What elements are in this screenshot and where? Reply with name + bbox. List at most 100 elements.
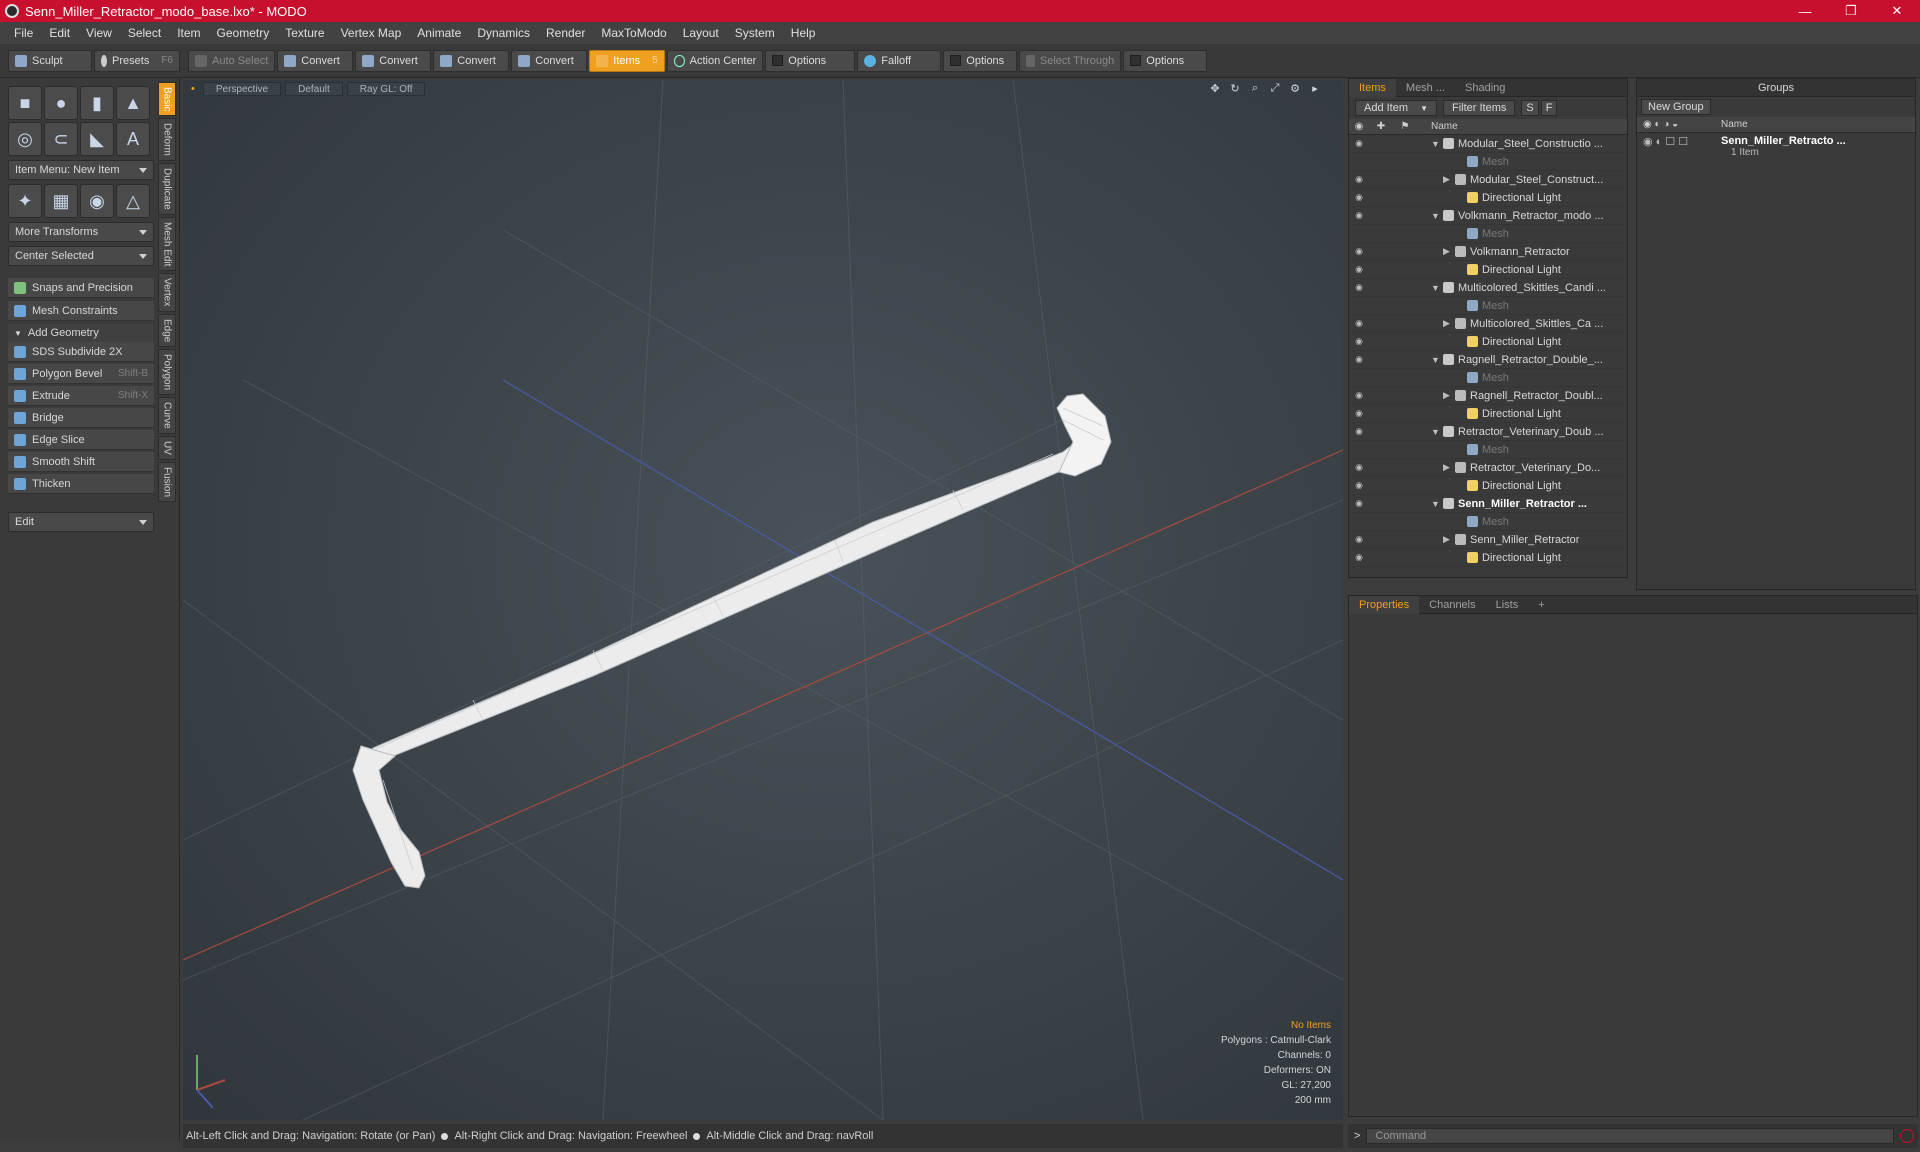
select-through-button[interactable]: Select Through <box>1019 49 1122 72</box>
item-row-light[interactable]: ◉ Directional Light <box>1349 333 1627 351</box>
transform-icon[interactable]: ✦ <box>8 184 42 218</box>
name-column-header[interactable]: Name <box>1431 121 1458 132</box>
eye-icon[interactable]: ◉ <box>1349 318 1369 329</box>
expand-toggle-icon[interactable]: ▶ <box>1443 318 1455 329</box>
sphere-primitive-icon[interactable]: ● <box>44 86 78 120</box>
center-selected-dropdown[interactable]: Center Selected <box>8 246 154 266</box>
convert-button-4[interactable]: Convert <box>511 49 588 72</box>
expand-toggle-icon[interactable]: ▶ <box>1443 174 1455 185</box>
expand-toggle-icon[interactable]: ▼ <box>1431 355 1443 365</box>
cube-primitive-icon[interactable]: ■ <box>8 86 42 120</box>
menu-file[interactable]: File <box>6 26 41 40</box>
vtab-vertex[interactable]: Vertex <box>158 273 176 312</box>
expand-toggle-icon[interactable]: ▶ <box>1443 462 1455 473</box>
menu-item[interactable]: Item <box>169 26 208 40</box>
menu-geometry[interactable]: Geometry <box>209 26 278 40</box>
expand-toggle-icon[interactable]: ▼ <box>1431 283 1443 293</box>
eye-icon[interactable]: ◉ <box>1349 264 1369 275</box>
tool-sds-subdivide-2x[interactable]: SDS Subdivide 2X <box>8 342 154 362</box>
options-checkbox[interactable] <box>1130 55 1142 66</box>
menu-select[interactable]: Select <box>120 26 169 40</box>
group-name-column[interactable]: Name <box>1721 119 1748 130</box>
fit-icon[interactable]: ⤢ <box>1267 82 1283 96</box>
vtab-duplicate[interactable]: Duplicate <box>158 163 176 215</box>
eye-icon[interactable]: ◉ <box>1349 282 1369 293</box>
sculpt-button[interactable]: Sculpt <box>8 49 92 72</box>
cylinder-primitive-icon[interactable]: ▮ <box>80 86 114 120</box>
cone-primitive-icon[interactable]: ▲ <box>116 86 150 120</box>
menu-edit[interactable]: Edit <box>41 26 78 40</box>
tool-smooth-shift[interactable]: Smooth Shift <box>8 452 154 472</box>
item-row-mesh[interactable]: Mesh <box>1349 153 1627 171</box>
menu-dynamics[interactable]: Dynamics <box>469 26 538 40</box>
add-tab-button[interactable]: + <box>1528 596 1554 614</box>
tool-thicken[interactable]: Thicken <box>8 474 154 494</box>
tab-mesh[interactable]: Mesh ... <box>1396 79 1455 97</box>
group-row[interactable]: ◉ ◐ ☐ ☐ Senn_Miller_Retracto ... 1 Item <box>1637 133 1915 158</box>
group-toggles-icon[interactable]: ◉ ◐ ☐ ☐ <box>1643 135 1721 158</box>
pyramid-icon[interactable]: △ <box>116 184 150 218</box>
menu-layout[interactable]: Layout <box>675 26 727 40</box>
expand-toggle-icon[interactable]: ▶ <box>1443 246 1455 257</box>
item-row-light[interactable]: ◉ Directional Light <box>1349 549 1627 567</box>
eye-icon[interactable]: ◉ <box>1349 174 1369 185</box>
item-row-scene[interactable]: ◉ ▼ Multicolored_Skittles_Candi ... <box>1349 279 1627 297</box>
vtab-deform[interactable]: Deform <box>158 118 176 162</box>
eye-icon[interactable]: ◉ <box>1349 408 1369 419</box>
convert-button-1[interactable]: Convert <box>277 49 354 72</box>
menu-animate[interactable]: Animate <box>409 26 469 40</box>
more-transforms-dropdown[interactable]: More Transforms <box>8 222 154 242</box>
expand-toggle-icon[interactable]: ▼ <box>1431 427 1443 437</box>
item-row-mesh[interactable]: Mesh <box>1349 225 1627 243</box>
item-row-item[interactable]: ◉ ▶ Ragnell_Retractor_Doubl... <box>1349 387 1627 405</box>
new-group-button[interactable]: New Group <box>1641 99 1711 115</box>
zoom-icon[interactable]: ⌕ <box>1247 82 1263 96</box>
maximize-button[interactable]: ❐ <box>1828 0 1874 22</box>
eye-icon[interactable]: ◉ <box>1349 480 1369 491</box>
tab-channels[interactable]: Channels <box>1419 596 1485 614</box>
text-tool-icon[interactable]: A <box>116 122 150 156</box>
options-button-1[interactable]: Options <box>765 49 856 72</box>
chevron-right-icon[interactable]: ▸ <box>1307 82 1323 96</box>
view-perspective-button[interactable]: Perspective <box>202 82 282 96</box>
item-row-mesh[interactable]: Mesh <box>1349 297 1627 315</box>
rotate-icon[interactable]: ↻ <box>1227 82 1243 96</box>
gear-icon[interactable]: ⚙ <box>1287 82 1303 96</box>
tab-items[interactable]: Items <box>1349 78 1396 97</box>
mesh-constraints-button[interactable]: Mesh Constraints <box>8 301 154 321</box>
item-row-scene[interactable]: ◉ ▼ Retractor_Veterinary_Doub ... <box>1349 423 1627 441</box>
item-row-item[interactable]: ◉ ▶ Retractor_Veterinary_Do... <box>1349 459 1627 477</box>
item-row-mesh[interactable]: Mesh <box>1349 369 1627 387</box>
item-row-item[interactable]: ◉ ▶ Senn_Miller_Retractor <box>1349 531 1627 549</box>
convert-button-2[interactable]: Convert <box>355 49 432 72</box>
expand-toggle-icon[interactable]: ▶ <box>1443 534 1455 545</box>
torus-primitive-icon[interactable]: ◎ <box>8 122 42 156</box>
menu-vertex-map[interactable]: Vertex Map <box>333 26 410 40</box>
viewport-menu-icon[interactable]: • <box>191 83 195 95</box>
tab-lists[interactable]: Lists <box>1486 596 1529 614</box>
auto-select-button[interactable]: Auto Select <box>188 49 276 72</box>
edit-dropdown[interactable]: Edit <box>8 512 154 532</box>
item-row-item[interactable]: ◉ ▶ Modular_Steel_Construct... <box>1349 171 1627 189</box>
pan-icon[interactable]: ✥ <box>1207 82 1223 96</box>
close-button[interactable]: ✕ <box>1874 0 1920 22</box>
options-button-3[interactable]: Options <box>1123 49 1208 72</box>
eye-icon[interactable]: ◉ <box>1349 138 1369 149</box>
item-row-scene[interactable]: ◉ ▼ Ragnell_Retractor_Double_... <box>1349 351 1627 369</box>
command-input[interactable]: Command <box>1366 1128 1894 1144</box>
minimize-button[interactable]: — <box>1782 0 1828 22</box>
tool-extrude[interactable]: Extrude Shift-X <box>8 386 154 406</box>
tab-properties[interactable]: Properties <box>1349 595 1420 614</box>
expand-toggle-icon[interactable]: ▼ <box>1431 211 1443 221</box>
eye-icon[interactable]: ◉ <box>1349 390 1369 401</box>
menu-system[interactable]: System <box>727 26 783 40</box>
menu-texture[interactable]: Texture <box>277 26 332 40</box>
eye-icon[interactable]: ◉ <box>1349 210 1369 221</box>
expand-toggle-icon[interactable]: ▼ <box>1431 139 1443 149</box>
visibility-column-icon[interactable]: ◉ <box>1349 121 1369 132</box>
eye-icon[interactable]: ◉ <box>1349 498 1369 509</box>
menu-view[interactable]: View <box>78 26 120 40</box>
snaps-precision-button[interactable]: Snaps and Precision <box>8 278 154 298</box>
vtab-edge[interactable]: Edge <box>158 313 176 348</box>
globe-icon[interactable]: ◉ <box>80 184 114 218</box>
